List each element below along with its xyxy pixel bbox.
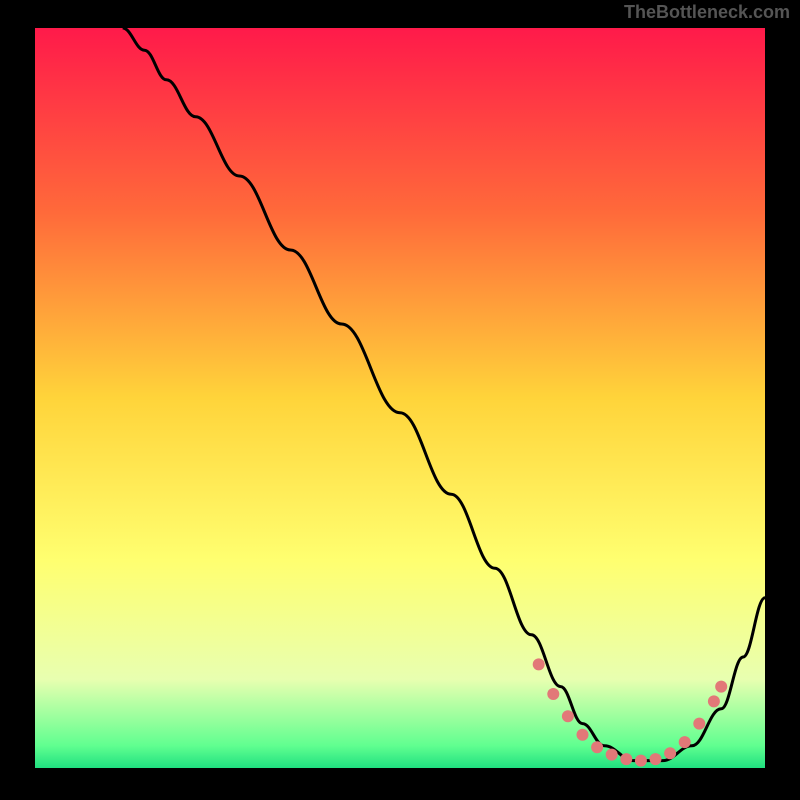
- marker-dot: [693, 718, 705, 730]
- marker-dot: [708, 695, 720, 707]
- chart-svg: [35, 28, 765, 768]
- marker-dot: [664, 747, 676, 759]
- gradient-background: [35, 28, 765, 768]
- marker-dot: [679, 736, 691, 748]
- marker-dot: [547, 688, 559, 700]
- marker-dot: [591, 741, 603, 753]
- watermark-text: TheBottleneck.com: [624, 2, 790, 23]
- marker-dot: [533, 658, 545, 670]
- marker-dot: [620, 753, 632, 765]
- marker-dot: [562, 710, 574, 722]
- marker-dot: [635, 755, 647, 767]
- marker-dot: [650, 753, 662, 765]
- plot-area: [35, 28, 765, 768]
- marker-dot: [606, 749, 618, 761]
- chart-container: TheBottleneck.com: [0, 0, 800, 800]
- marker-dot: [577, 729, 589, 741]
- marker-dot: [715, 681, 727, 693]
